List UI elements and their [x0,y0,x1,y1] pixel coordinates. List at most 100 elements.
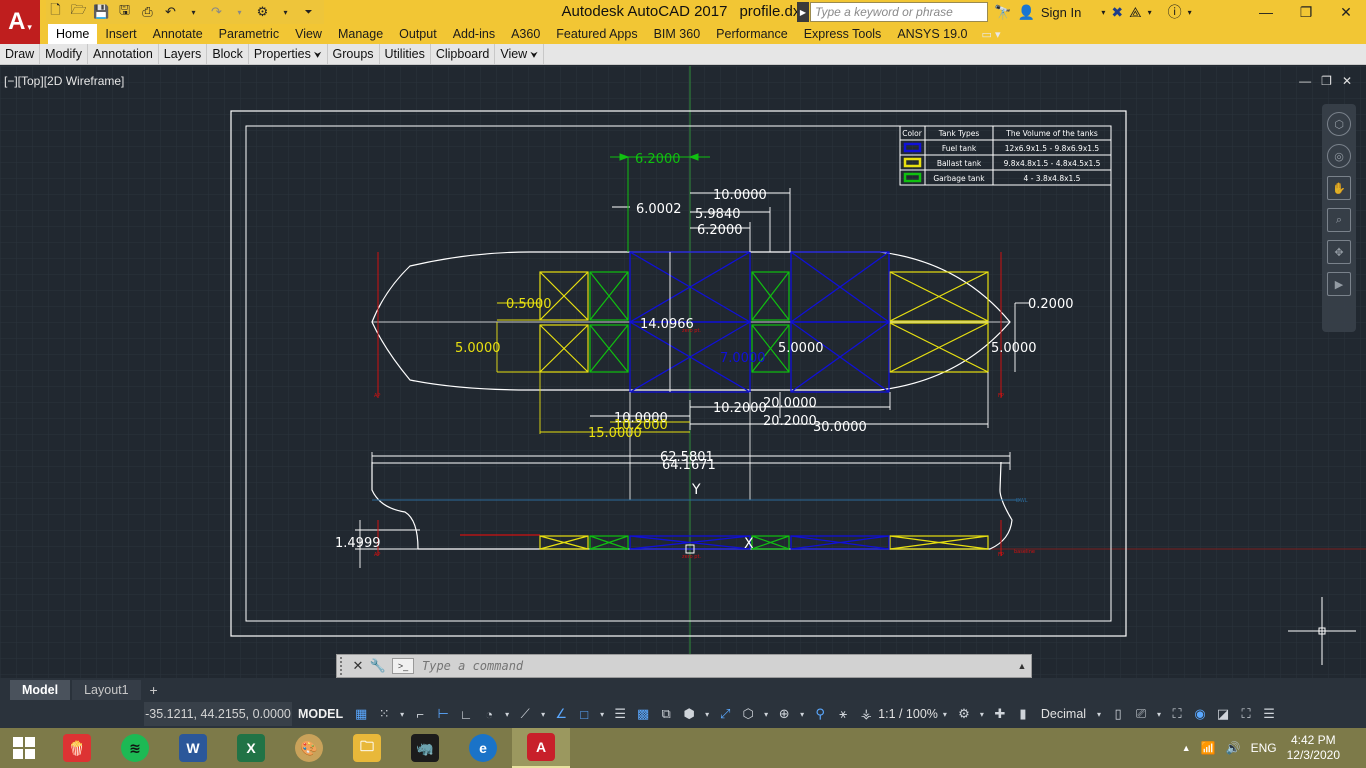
tab-home[interactable]: Home [48,24,98,44]
zoom-icon[interactable]: ⌕ [1327,208,1351,232]
dynamic-ucs-icon[interactable]: ⤢ [715,704,735,724]
panel-clipboard[interactable]: Clipboard [431,43,496,65]
drag-handle[interactable] [340,657,348,675]
taskbar-excel[interactable]: X [222,728,280,768]
chevron-down-icon[interactable]: ▾ [1094,710,1104,719]
ribbon-minimize-icon[interactable]: ▭ ▾ [982,28,1001,41]
search-expand-icon[interactable]: ▶ [797,2,809,22]
chevron-down-icon[interactable]: ▾ [597,710,607,719]
taskbar-autocad[interactable]: A [512,728,570,768]
minimize-icon[interactable]: — [1246,0,1286,24]
ortho-icon[interactable]: ∟ [456,704,476,724]
isometric-icon[interactable]: ⟋ [515,704,535,724]
panel-properties[interactable]: Properties ⮟ [249,43,328,65]
workspace-gear-icon[interactable]: ⚙ [954,704,974,724]
taskbar-file-explorer[interactable]: 🗀 [338,728,396,768]
hardware-acceleration-icon[interactable]: ◉ [1190,704,1210,724]
help-icon[interactable]: ⓘ [1168,2,1182,22]
quick-properties-icon[interactable]: ▯ [1108,704,1128,724]
panel-block[interactable]: Block [207,43,249,65]
customize-qat-icon[interactable]: ⏷ [299,3,318,22]
units-icon[interactable]: ▮ [1013,704,1033,724]
annotation-visibility-icon[interactable]: ⚲ [810,704,830,724]
tab-output[interactable]: Output [391,24,445,44]
steering-wheel-icon[interactable]: ◎ [1327,144,1351,168]
object-snap-tracking-icon[interactable]: ∠ [551,704,571,724]
customization-menu-icon[interactable]: ☰ [1259,704,1279,724]
grid-icon[interactable]: ▦ [351,704,371,724]
taskbar-spotify[interactable]: ≋ [106,728,164,768]
pan-hand-icon[interactable]: ✋ [1327,176,1351,200]
panel-modify[interactable]: Modify [40,43,88,65]
tab-featured-apps[interactable]: Featured Apps [548,24,645,44]
restore-icon[interactable]: ❐ [1286,0,1326,24]
chevron-down-icon[interactable]: ▾ [977,710,987,719]
network-icon[interactable]: 📶 [1201,741,1216,755]
3d-osnap-icon[interactable]: ⬢ [679,704,699,724]
binoculars-icon[interactable]: 🔭 [994,4,1011,21]
annotation-monitor-icon[interactable]: ✚ [990,704,1010,724]
language-indicator[interactable]: ENG [1251,741,1277,755]
volume-icon[interactable]: 🔊 [1226,741,1241,755]
gizmo-icon[interactable]: ⊕ [774,704,794,724]
open-folder-icon[interactable]: 🗁 [69,2,88,22]
viewport-scale[interactable]: 1:1 / 100% [878,707,938,721]
tab-layout1[interactable]: Layout1 [72,680,141,700]
polar-tracking-icon[interactable]: ◔ [479,704,499,724]
orbit-icon[interactable]: ✥ [1327,240,1351,264]
tab-ansys-19-0[interactable]: ANSYS 19.0 [889,24,975,44]
units-selector[interactable]: Decimal [1041,707,1086,721]
dynamic-input-icon[interactable]: ⊢ [433,704,453,724]
lineweight-icon[interactable]: ☰ [610,704,630,724]
tab-annotate[interactable]: Annotate [145,24,211,44]
taskbar-popcorn-app[interactable]: 🍿 [48,728,106,768]
save-as-icon[interactable]: 🖫 [115,2,134,22]
drawing-canvas[interactable]: Color Tank Types The Volume of the tanks… [0,66,1366,678]
auto-scale-icon[interactable]: ⚹ [833,704,853,724]
taskbar-edge[interactable]: e [454,728,512,768]
save-icon[interactable]: 💾 [92,3,111,22]
workspace-icon[interactable]: ⚙ [253,3,272,22]
chevron-down-icon[interactable]: ▾ [1188,8,1192,17]
command-history-icon[interactable]: ▲ [1013,661,1031,671]
coordinates-readout[interactable]: -35.1211, 44.2155, 0.0000 [144,702,292,726]
close-icon[interactable]: ✕ [1342,74,1352,88]
minimize-icon[interactable]: — [1299,74,1311,88]
application-menu-button[interactable]: A ▾ [0,0,40,44]
panel-groups[interactable]: Groups [328,43,380,65]
transparency-icon[interactable]: ▩ [633,704,653,724]
expand-icon[interactable]: ⮟ [530,50,538,60]
close-icon[interactable]: ✕ [348,658,368,674]
viewport-controls-label[interactable]: [−][Top][2D Wireframe] [4,74,124,88]
selection-cycling-icon[interactable]: ⧉ [656,704,676,724]
chevron-down-icon[interactable]: ▾ [502,710,512,719]
keyword-search-input[interactable]: Type a keyword or phrase [810,2,988,22]
cad-drawing[interactable]: Color Tank Types The Volume of the tanks… [0,66,1366,678]
tab-a360[interactable]: A360 [503,24,548,44]
chevron-down-icon[interactable]: ▾ [797,710,807,719]
tab-performance[interactable]: Performance [708,24,796,44]
viewcube-icon[interactable]: ⬡ [1327,112,1351,136]
a360-icon[interactable]: ⟁ [1129,4,1142,21]
command-input[interactable] [422,659,1013,673]
workspace-dropdown-icon[interactable]: ▾ [276,3,295,22]
panel-view[interactable]: View ⮟ [495,43,544,65]
user-icon[interactable]: 👤 [1017,4,1034,21]
taskbar-paint[interactable]: 🎨 [280,728,338,768]
tab-model[interactable]: Model [10,680,71,700]
tab-bim-360[interactable]: BIM 360 [646,24,709,44]
chevron-down-icon[interactable]: ▾ [702,710,712,719]
undo-icon[interactable]: ↶ [161,3,180,22]
sign-in-button[interactable]: Sign In [1041,5,1081,20]
infer-constraints-icon[interactable]: ⌐ [410,704,430,724]
chevron-up-icon[interactable]: ▲ [1182,743,1191,753]
clean-screen-icon[interactable]: ◪ [1213,704,1233,724]
new-file-icon[interactable]: 🗋 [46,2,65,22]
chevron-down-icon[interactable]: ▾ [1154,710,1164,719]
tab-express-tools[interactable]: Express Tools [796,24,890,44]
redo-dropdown-icon[interactable]: ▾ [230,3,249,22]
chevron-down-icon[interactable]: ▾ [397,710,407,719]
snap-icon[interactable]: ⁙ [374,704,394,724]
tab-view[interactable]: View [287,24,330,44]
chevron-down-icon[interactable]: ▾ [1101,8,1105,17]
